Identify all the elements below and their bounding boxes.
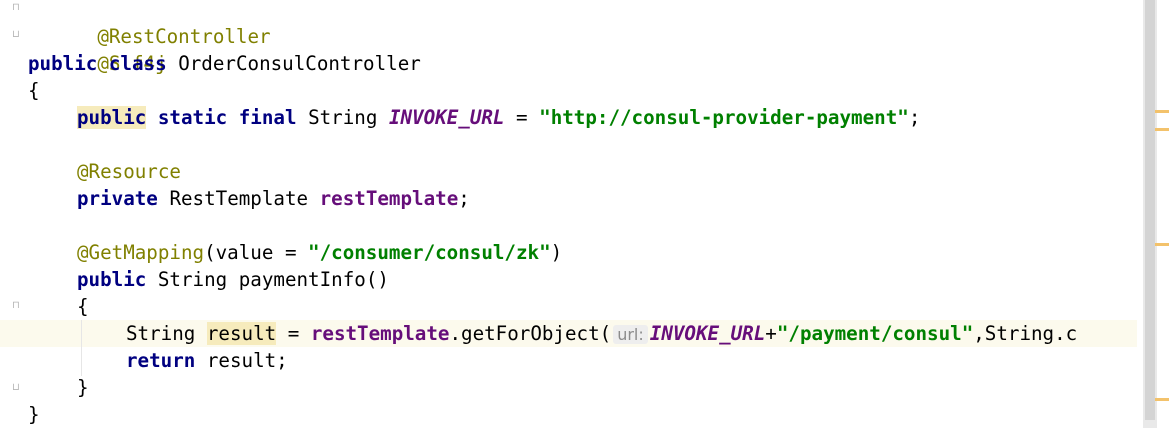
code-line: @GetMapping(value = "/consumer/consul/zk… <box>0 239 1137 266</box>
operator: + <box>765 322 777 345</box>
class-name: OrderConsulController <box>178 52 421 75</box>
error-stripe-mark[interactable] <box>1155 128 1169 131</box>
parameter-hint: url: <box>613 325 648 344</box>
keyword: class <box>108 52 167 75</box>
code-line: @Resource <box>0 158 1137 185</box>
brace: { <box>28 79 40 102</box>
keyword: public <box>28 52 98 75</box>
type-name: String <box>157 268 228 291</box>
error-stripe-mark[interactable] <box>1155 243 1169 246</box>
keyword: public <box>77 106 147 129</box>
error-stripe-mark[interactable] <box>1155 398 1169 401</box>
code-line: } <box>0 401 1137 428</box>
code-editor[interactable]: ⊓ ⊔ ⊓ ⊔ @RestController @Slf4j public cl… <box>0 0 1169 428</box>
vertical-scrollbar[interactable] <box>1137 0 1169 428</box>
keyword: return <box>126 349 196 372</box>
code-line: { <box>0 77 1137 104</box>
string-literal: "/consumer/consul/zk" <box>308 241 551 264</box>
string-literal: "/payment/consul" <box>776 322 974 345</box>
keyword: final <box>238 106 297 129</box>
keyword: private <box>77 187 158 210</box>
constant-name: INVOKE_URL <box>388 106 505 129</box>
annotation-args: (value = <box>204 241 309 264</box>
constant-name: INVOKE_URL <box>649 322 766 345</box>
code-text: result; <box>195 349 288 372</box>
field-name: restTemplate <box>319 187 459 210</box>
field-name: restTemplate <box>310 322 450 345</box>
method-call: .getForObject( <box>449 322 612 345</box>
keyword: static <box>157 106 228 129</box>
brace: } <box>77 376 89 399</box>
code-line: public static final String INVOKE_URL = … <box>0 104 1137 131</box>
type-name: RestTemplate <box>169 187 309 210</box>
code-line: public String paymentInfo() <box>0 266 1137 293</box>
operator: = <box>276 322 311 345</box>
keyword: public <box>77 268 147 291</box>
type-name: String <box>126 322 196 345</box>
brace: } <box>28 403 40 426</box>
code-line: private RestTemplate restTemplate; <box>0 185 1137 212</box>
string-literal: "http://consul-provider-payment" <box>539 106 909 129</box>
annotation: @Resource <box>77 160 181 183</box>
code-text: ,String.c <box>973 322 1078 345</box>
brace: { <box>77 295 89 318</box>
code-line: } <box>0 374 1137 401</box>
code-line: public class OrderConsulController <box>0 50 1137 77</box>
indent-guide <box>81 320 82 376</box>
semicolon: ; <box>908 106 921 129</box>
code-line: @Slf4j <box>0 23 1137 75</box>
type-name: String <box>308 106 378 129</box>
code-line: return result; <box>0 347 1137 374</box>
semicolon: ; <box>458 187 470 210</box>
annotation: @GetMapping <box>77 241 205 264</box>
operator: = <box>504 106 540 129</box>
error-stripe-mark[interactable] <box>1155 110 1169 113</box>
paren: ) <box>550 241 563 264</box>
code-line: { <box>0 293 1137 320</box>
current-code-line[interactable]: String result = restTemplate.getForObjec… <box>0 320 1137 347</box>
code-line: @RestController <box>0 0 1137 48</box>
method-name: paymentInfo() <box>238 268 389 291</box>
scrollbar-thumb[interactable] <box>1145 0 1155 420</box>
variable-name: result <box>206 322 277 345</box>
